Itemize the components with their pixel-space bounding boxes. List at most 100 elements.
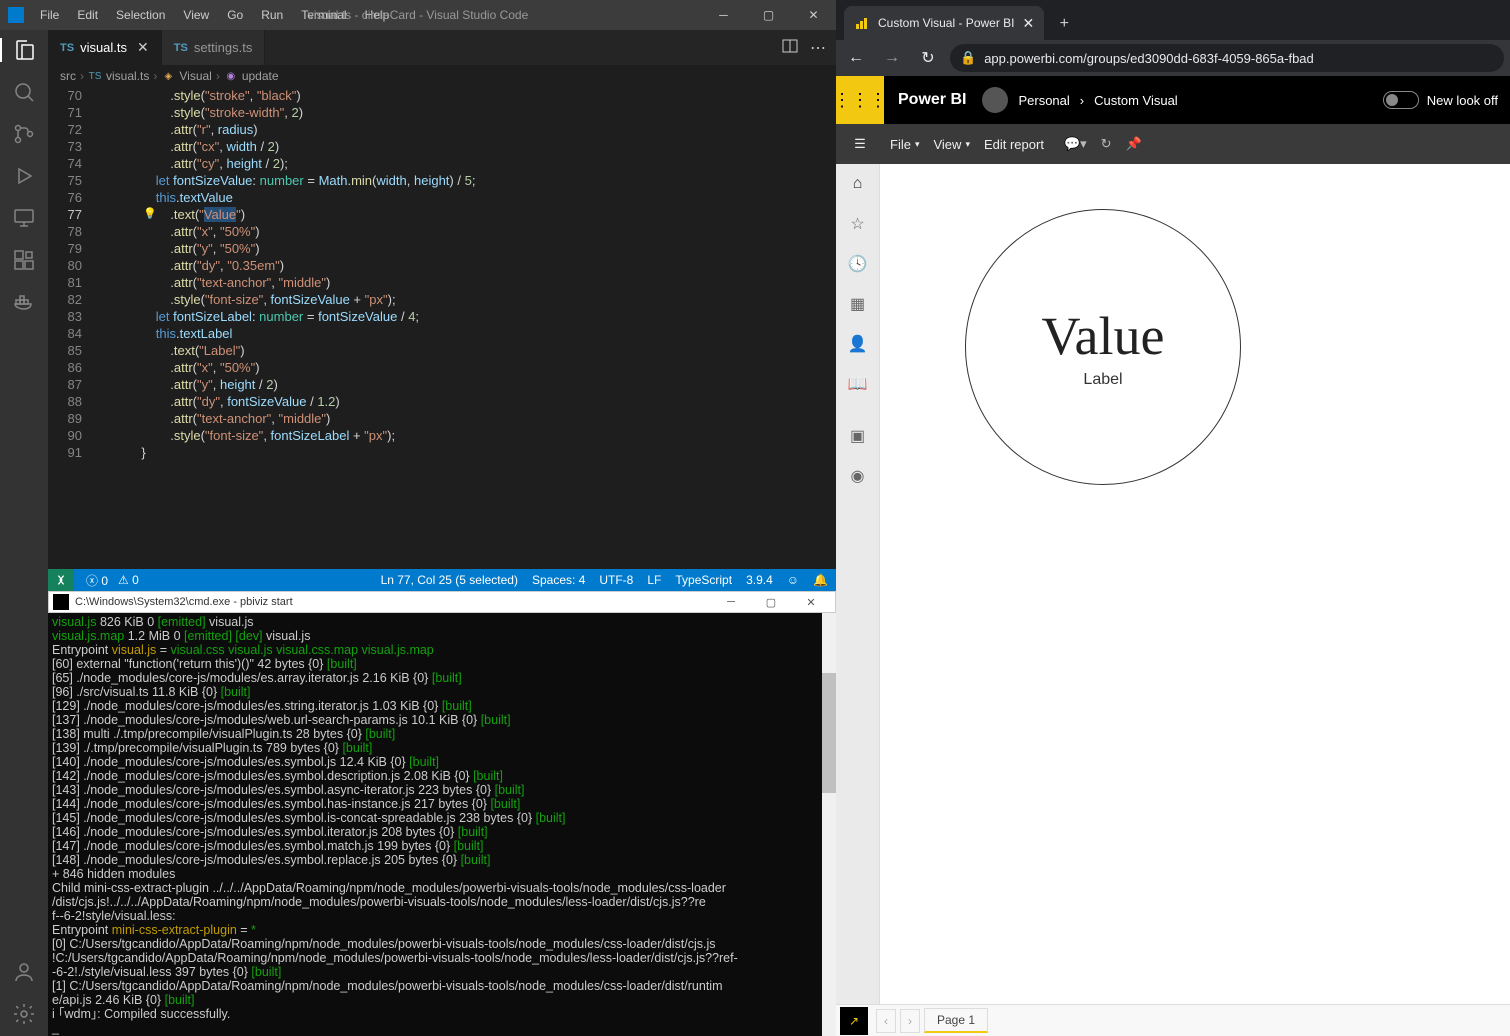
browser-tab[interactable]: Custom Visual - Power BI ✕ [844,6,1044,40]
nav-hamburger-icon[interactable]: ☰ [844,136,876,152]
cmd-output[interactable]: visual.js 826 KiB 0 [emitted] visual.js … [48,613,836,1036]
workspaces-icon[interactable]: ▣ [848,426,868,446]
address-bar[interactable]: 🔒 app.powerbi.com/groups/ed3090dd-683f-4… [950,44,1504,72]
page-tab[interactable]: Page 1 [924,1008,988,1033]
eol[interactable]: LF [647,573,661,587]
lightbulb-icon[interactable]: 💡 [143,206,157,223]
menu-go[interactable]: Go [219,4,251,26]
vscode-logo-icon [8,7,24,23]
refresh-icon[interactable]: ↻ [1101,136,1112,152]
app-launcher-icon[interactable]: ⋮⋮⋮ [836,76,884,124]
view-menu[interactable]: View ▾ [933,137,969,152]
code-editor[interactable]: 70 .style("stroke", "black")71 .style("s… [48,87,836,569]
report-canvas[interactable]: Value Label [880,164,1510,1004]
cursor-position[interactable]: Ln 77, Col 25 (5 selected) [381,573,518,587]
language-mode[interactable]: TypeScript [675,573,732,587]
settings-gear-icon[interactable] [12,1002,36,1026]
cmd-minimize-button[interactable]: ─ [711,592,751,612]
explorer-icon[interactable] [0,38,48,62]
favorites-icon[interactable]: ☆ [848,214,868,234]
cmd-window: C:\Windows\System32\cmd.exe - pbiviz sta… [48,591,836,1036]
shared-icon[interactable]: 👤 [848,334,868,354]
remote-indicator[interactable] [48,569,74,591]
minimize-button[interactable]: ─ [701,0,746,30]
browser-window: Custom Visual - Power BI ✕ + ← → ↻ 🔒 app… [836,0,1510,1036]
command-bar: ☰ File ▾ View ▾ Edit report 💬▾ ↻ 📌 [836,124,1510,164]
chevron-right-icon: › [216,69,220,83]
breadcrumb-file[interactable]: visual.ts [106,69,149,83]
breadcrumb-folder[interactable]: src [60,69,76,83]
breadcrumb-class[interactable]: Visual [179,69,211,83]
split-editor-icon[interactable] [782,38,798,58]
notifications-icon[interactable]: 🔔 [813,573,828,587]
breadcrumb-method[interactable]: update [242,69,279,83]
maximize-button[interactable]: ▢ [746,0,791,30]
close-button[interactable]: ✕ [791,0,836,30]
feedback-icon[interactable]: ☺ [787,573,799,587]
remote-explorer-icon[interactable] [12,206,36,230]
home-icon[interactable]: ⌂ [848,174,868,194]
new-look-toggle[interactable] [1383,91,1419,109]
tab-filename: visual.ts [80,40,127,55]
pin-icon[interactable]: 📌 [1126,136,1142,152]
search-icon[interactable] [12,80,36,104]
nav-forward-button[interactable]: → [878,44,906,72]
edit-report-button[interactable]: Edit report [984,137,1044,152]
browser-tab-title: Custom Visual - Power BI [878,16,1015,30]
tab-close-icon[interactable]: ✕ [1023,15,1035,32]
new-tab-button[interactable]: + [1050,10,1078,38]
browser-tabstrip: Custom Visual - Power BI ✕ + [836,0,1510,40]
my-workspace-icon[interactable]: ◉ [848,466,868,486]
cmd-titlebar[interactable]: C:\Windows\System32\cmd.exe - pbiviz sta… [48,591,836,613]
menu-view[interactable]: View [175,4,217,26]
powerbi-app: ⋮⋮⋮ Power BI Personal › Custom Visual Ne… [836,76,1510,1036]
accounts-icon[interactable] [12,960,36,984]
recent-icon[interactable]: 🕓 [848,254,868,274]
next-page-button[interactable]: › [900,1009,920,1033]
indentation[interactable]: Spaces: 4 [532,573,585,587]
prev-page-button[interactable]: ‹ [876,1009,896,1033]
docker-icon[interactable] [12,290,36,314]
problems-warnings[interactable]: ⚠ 0 [118,573,139,587]
run-debug-icon[interactable] [12,164,36,188]
powerbi-header: ⋮⋮⋮ Power BI Personal › Custom Visual Ne… [836,76,1510,124]
cmd-close-button[interactable]: ✕ [791,592,831,612]
menu-edit[interactable]: Edit [69,4,106,26]
encoding[interactable]: UTF-8 [599,573,633,587]
nav-reload-button[interactable]: ↻ [914,44,942,72]
expand-nav-icon[interactable]: ↗ [840,1007,868,1035]
cmd-scrollbar[interactable] [822,613,836,1036]
status-bar: ⓧ 0 ⚠ 0 Ln 77, Col 25 (5 selected) Space… [48,569,836,591]
workspace-name[interactable]: Personal [1018,93,1069,108]
chevron-right-icon: › [1080,93,1084,108]
file-menu[interactable]: File ▾ [890,137,919,152]
vscode-window: FileEditSelectionViewGoRunTerminalHelp v… [0,0,836,1036]
more-actions-icon[interactable]: ⋯ [810,38,826,58]
vscode-titlebar[interactable]: FileEditSelectionViewGoRunTerminalHelp v… [0,0,836,30]
cmd-maximize-button[interactable]: ▢ [751,592,791,612]
powerbi-logo[interactable]: Power BI [898,91,966,109]
ts-file-icon: TS [60,42,74,54]
breadcrumb[interactable]: src › TS visual.ts › ◈ Visual › ◉ update [48,65,836,87]
extensions-icon[interactable] [12,248,36,272]
menu-file[interactable]: File [32,4,67,26]
menu-selection[interactable]: Selection [108,4,173,26]
report-name[interactable]: Custom Visual [1094,93,1178,108]
editor-tab-visual-ts[interactable]: TS visual.ts ✕ [48,30,162,65]
chat-icon[interactable]: 💬▾ [1064,136,1087,152]
editor-tab-settings-ts[interactable]: TSsettings.ts [162,30,266,65]
cmd-scroll-thumb[interactable] [822,673,836,793]
tab-close-icon[interactable]: ✕ [137,39,149,56]
workspace-avatar-icon[interactable] [982,87,1008,113]
source-control-icon[interactable] [12,122,36,146]
apps-icon[interactable]: ▦ [848,294,868,314]
problems-errors[interactable]: ⓧ 0 [86,572,108,589]
menu-run[interactable]: Run [253,4,291,26]
nav-back-button[interactable]: ← [842,44,870,72]
learn-icon[interactable]: 📖 [848,374,868,394]
new-look-label: New look off [1427,93,1498,108]
cmd-title-text: C:\Windows\System32\cmd.exe - pbiviz sta… [75,596,293,608]
tab-filename: settings.ts [194,40,253,55]
circle-card-visual[interactable]: Value Label [965,209,1241,485]
typescript-version[interactable]: 3.9.4 [746,573,773,587]
